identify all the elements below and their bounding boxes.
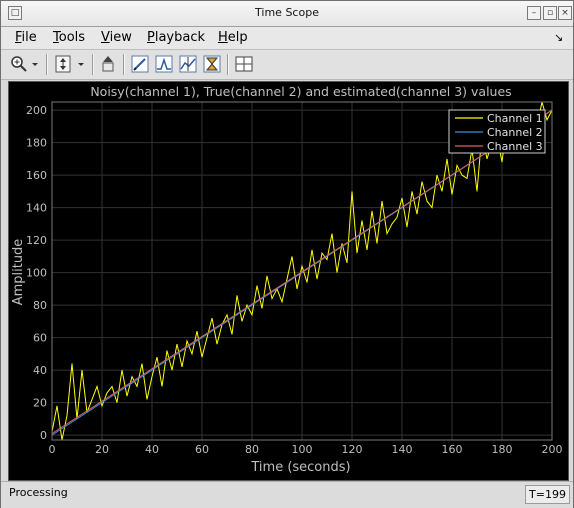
x-axis-label: Time (seconds) [250,460,350,475]
cursor-measurements-icon[interactable] [177,53,199,75]
menu-bar: File Tools View Playback Help ↘ [1,27,573,50]
x-tick-label: 20 [95,443,109,456]
scale-dropdown-icon[interactable] [74,53,88,75]
x-tick-label: 80 [245,443,259,456]
x-tick-label: 140 [392,443,413,456]
legend-label-channel-1: Channel 1 [487,112,543,125]
time-scope-window: Time Scope □ – ▫ × File Tools View Playb… [0,0,574,508]
signal-statistics-icon[interactable] [201,53,223,75]
y-tick-label: 60 [33,332,47,345]
y-tick-label: 120 [26,234,47,247]
toolbar-separator [92,54,94,75]
x-tick-label: 60 [195,443,209,456]
menu-view[interactable]: View [101,30,132,45]
status-text: Processing [9,486,68,499]
y-tick-label: 140 [26,202,47,215]
window-menu-icon[interactable]: □ [8,6,22,20]
toolbar-separator [227,54,229,75]
y-tick-label: 100 [26,267,47,280]
window-title: Time Scope [255,6,319,19]
style-icon[interactable] [129,53,151,75]
maximize-icon[interactable]: ▫ [543,6,557,20]
zoom-in-icon[interactable] [8,53,30,75]
y-tick-label: 0 [40,429,47,442]
y-tick-label: 20 [33,397,47,410]
legend-label-channel-2: Channel 2 [487,126,543,139]
x-tick-label: 160 [442,443,463,456]
triggers-icon[interactable] [153,53,175,75]
scope-display: Noisy(channel 1), True(channel 2) and es… [8,81,569,481]
x-tick-label: 200 [542,443,563,456]
undock-icon[interactable]: ↘ [554,31,563,44]
layout-icon[interactable] [233,53,255,75]
toolbar-separator [46,54,48,75]
y-tick-label: 200 [26,104,47,117]
simulation-time: T=199 [525,485,570,504]
x-tick-label: 40 [145,443,159,456]
status-bar: Processing T=199 [1,481,573,508]
y-axis-label: Amplitude [11,239,26,306]
close-icon[interactable]: × [558,6,572,20]
time-scope-plot[interactable]: Noisy(channel 1), True(channel 2) and es… [9,82,568,480]
scale-axes-icon[interactable] [52,53,74,75]
legend-label-channel-3: Channel 3 [487,140,543,153]
title-bar[interactable]: Time Scope □ – ▫ × [1,1,573,27]
restore-layout-icon[interactable] [97,53,119,75]
menu-file[interactable]: File [15,30,37,45]
menu-tools[interactable]: Tools [53,30,85,45]
y-tick-label: 160 [26,169,47,182]
x-tick-label: 100 [292,443,313,456]
toolbar-separator [123,54,125,75]
y-tick-label: 180 [26,137,47,150]
zoom-dropdown-icon[interactable] [28,53,42,75]
plot-title: Noisy(channel 1), True(channel 2) and es… [90,84,511,99]
toolbar [1,50,573,80]
minimize-icon[interactable]: – [527,6,541,20]
x-tick-label: 0 [49,443,56,456]
x-tick-label: 180 [492,443,513,456]
menu-help[interactable]: Help [218,30,248,45]
legend[interactable]: Channel 1Channel 2Channel 3 [448,109,546,154]
menu-playback[interactable]: Playback [147,30,205,45]
y-tick-label: 40 [33,364,47,377]
x-tick-label: 120 [342,443,363,456]
y-tick-label: 80 [33,299,47,312]
